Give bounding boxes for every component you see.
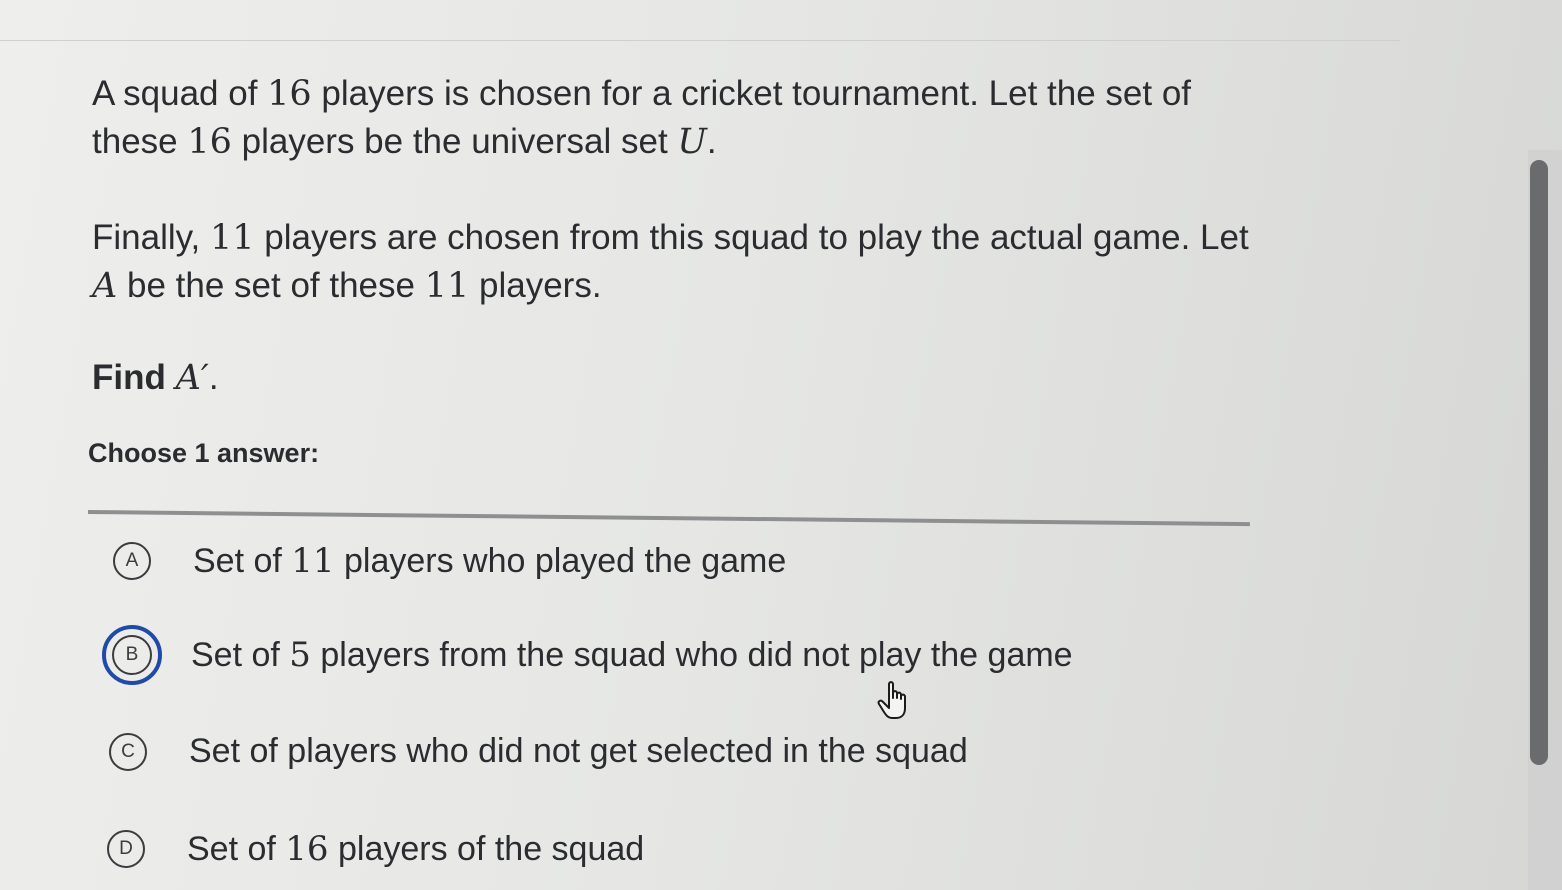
question-text: A squad of [92, 74, 268, 113]
choice-text: Set of players who did not get selected … [189, 732, 968, 770]
choice-text: players from the squad who did not play … [310, 636, 1073, 674]
question-paragraph-1: A squad of 16 players is chosen for a cr… [92, 70, 1282, 166]
choice-c-label[interactable]: Set of players who did not get selected … [189, 732, 968, 771]
question-text: players. [469, 266, 602, 305]
choice-b-label[interactable]: Set of 5 players from the squad who did … [191, 635, 1073, 675]
question-body: A squad of 16 players is chosen for a cr… [92, 70, 1282, 450]
choice-number: 11 [291, 541, 335, 581]
choice-letter: B [125, 644, 139, 665]
question-paragraph-2: Finally, 11 players are chosen from this… [92, 214, 1282, 310]
choice-text: Set of [191, 636, 290, 674]
choice-text: players of the squad [328, 830, 645, 868]
choice-text: Set of [187, 830, 286, 868]
choice-a-radio[interactable]: A [113, 542, 151, 580]
question-number: 16 [267, 74, 312, 114]
choice-c[interactable]: C Set of players who did not get selecte… [109, 732, 968, 771]
choice-letter: A [125, 550, 139, 571]
question-prompt: Find A′. [92, 358, 1282, 398]
choice-letter: C [121, 740, 135, 762]
choice-letter: D [119, 838, 133, 859]
choice-b-radio-selected[interactable]: B [102, 625, 162, 685]
choice-text: players who played the game [334, 542, 787, 580]
choose-label: Choose 1 answer: [88, 438, 320, 468]
choice-text: Set of [193, 542, 292, 580]
question-text: be the set of these [117, 266, 425, 305]
question-number: 16 [187, 122, 232, 162]
choice-b[interactable]: B Set of 5 players from the squad who di… [102, 625, 1073, 685]
question-math: U [677, 122, 707, 162]
question-text: . [706, 122, 717, 161]
choice-d-radio[interactable]: D [107, 830, 145, 868]
question-number: 11 [210, 218, 255, 258]
choices-divider [87, 510, 1250, 527]
choice-a-label[interactable]: Set of 11 players who played the game [193, 541, 786, 581]
scrollbar-thumb[interactable] [1530, 160, 1548, 765]
prompt-end: . [208, 358, 219, 397]
prompt-math: A′ [175, 358, 209, 398]
choice-a[interactable]: A Set of 11 players who played the game [113, 541, 786, 581]
choice-d[interactable]: D Set of 16 players of the squad [107, 829, 644, 869]
choice-number: 5 [289, 635, 311, 675]
question-text: players are chosen from this squad to pl… [254, 218, 1249, 257]
question-text: players be the universal set [231, 122, 678, 161]
question-number: 11 [424, 266, 470, 306]
prompt-label: Find [92, 358, 176, 397]
exercise-page: A squad of 16 players is chosen for a cr… [0, 0, 1562, 890]
top-divider [0, 40, 1400, 41]
question-text: Finally, [92, 218, 210, 257]
hand-pointer-icon [877, 681, 906, 719]
choice-d-label[interactable]: Set of 16 players of the squad [187, 829, 644, 869]
choice-c-radio[interactable]: C [109, 732, 147, 771]
question-math: A [92, 266, 118, 306]
choice-number: 16 [285, 829, 329, 869]
